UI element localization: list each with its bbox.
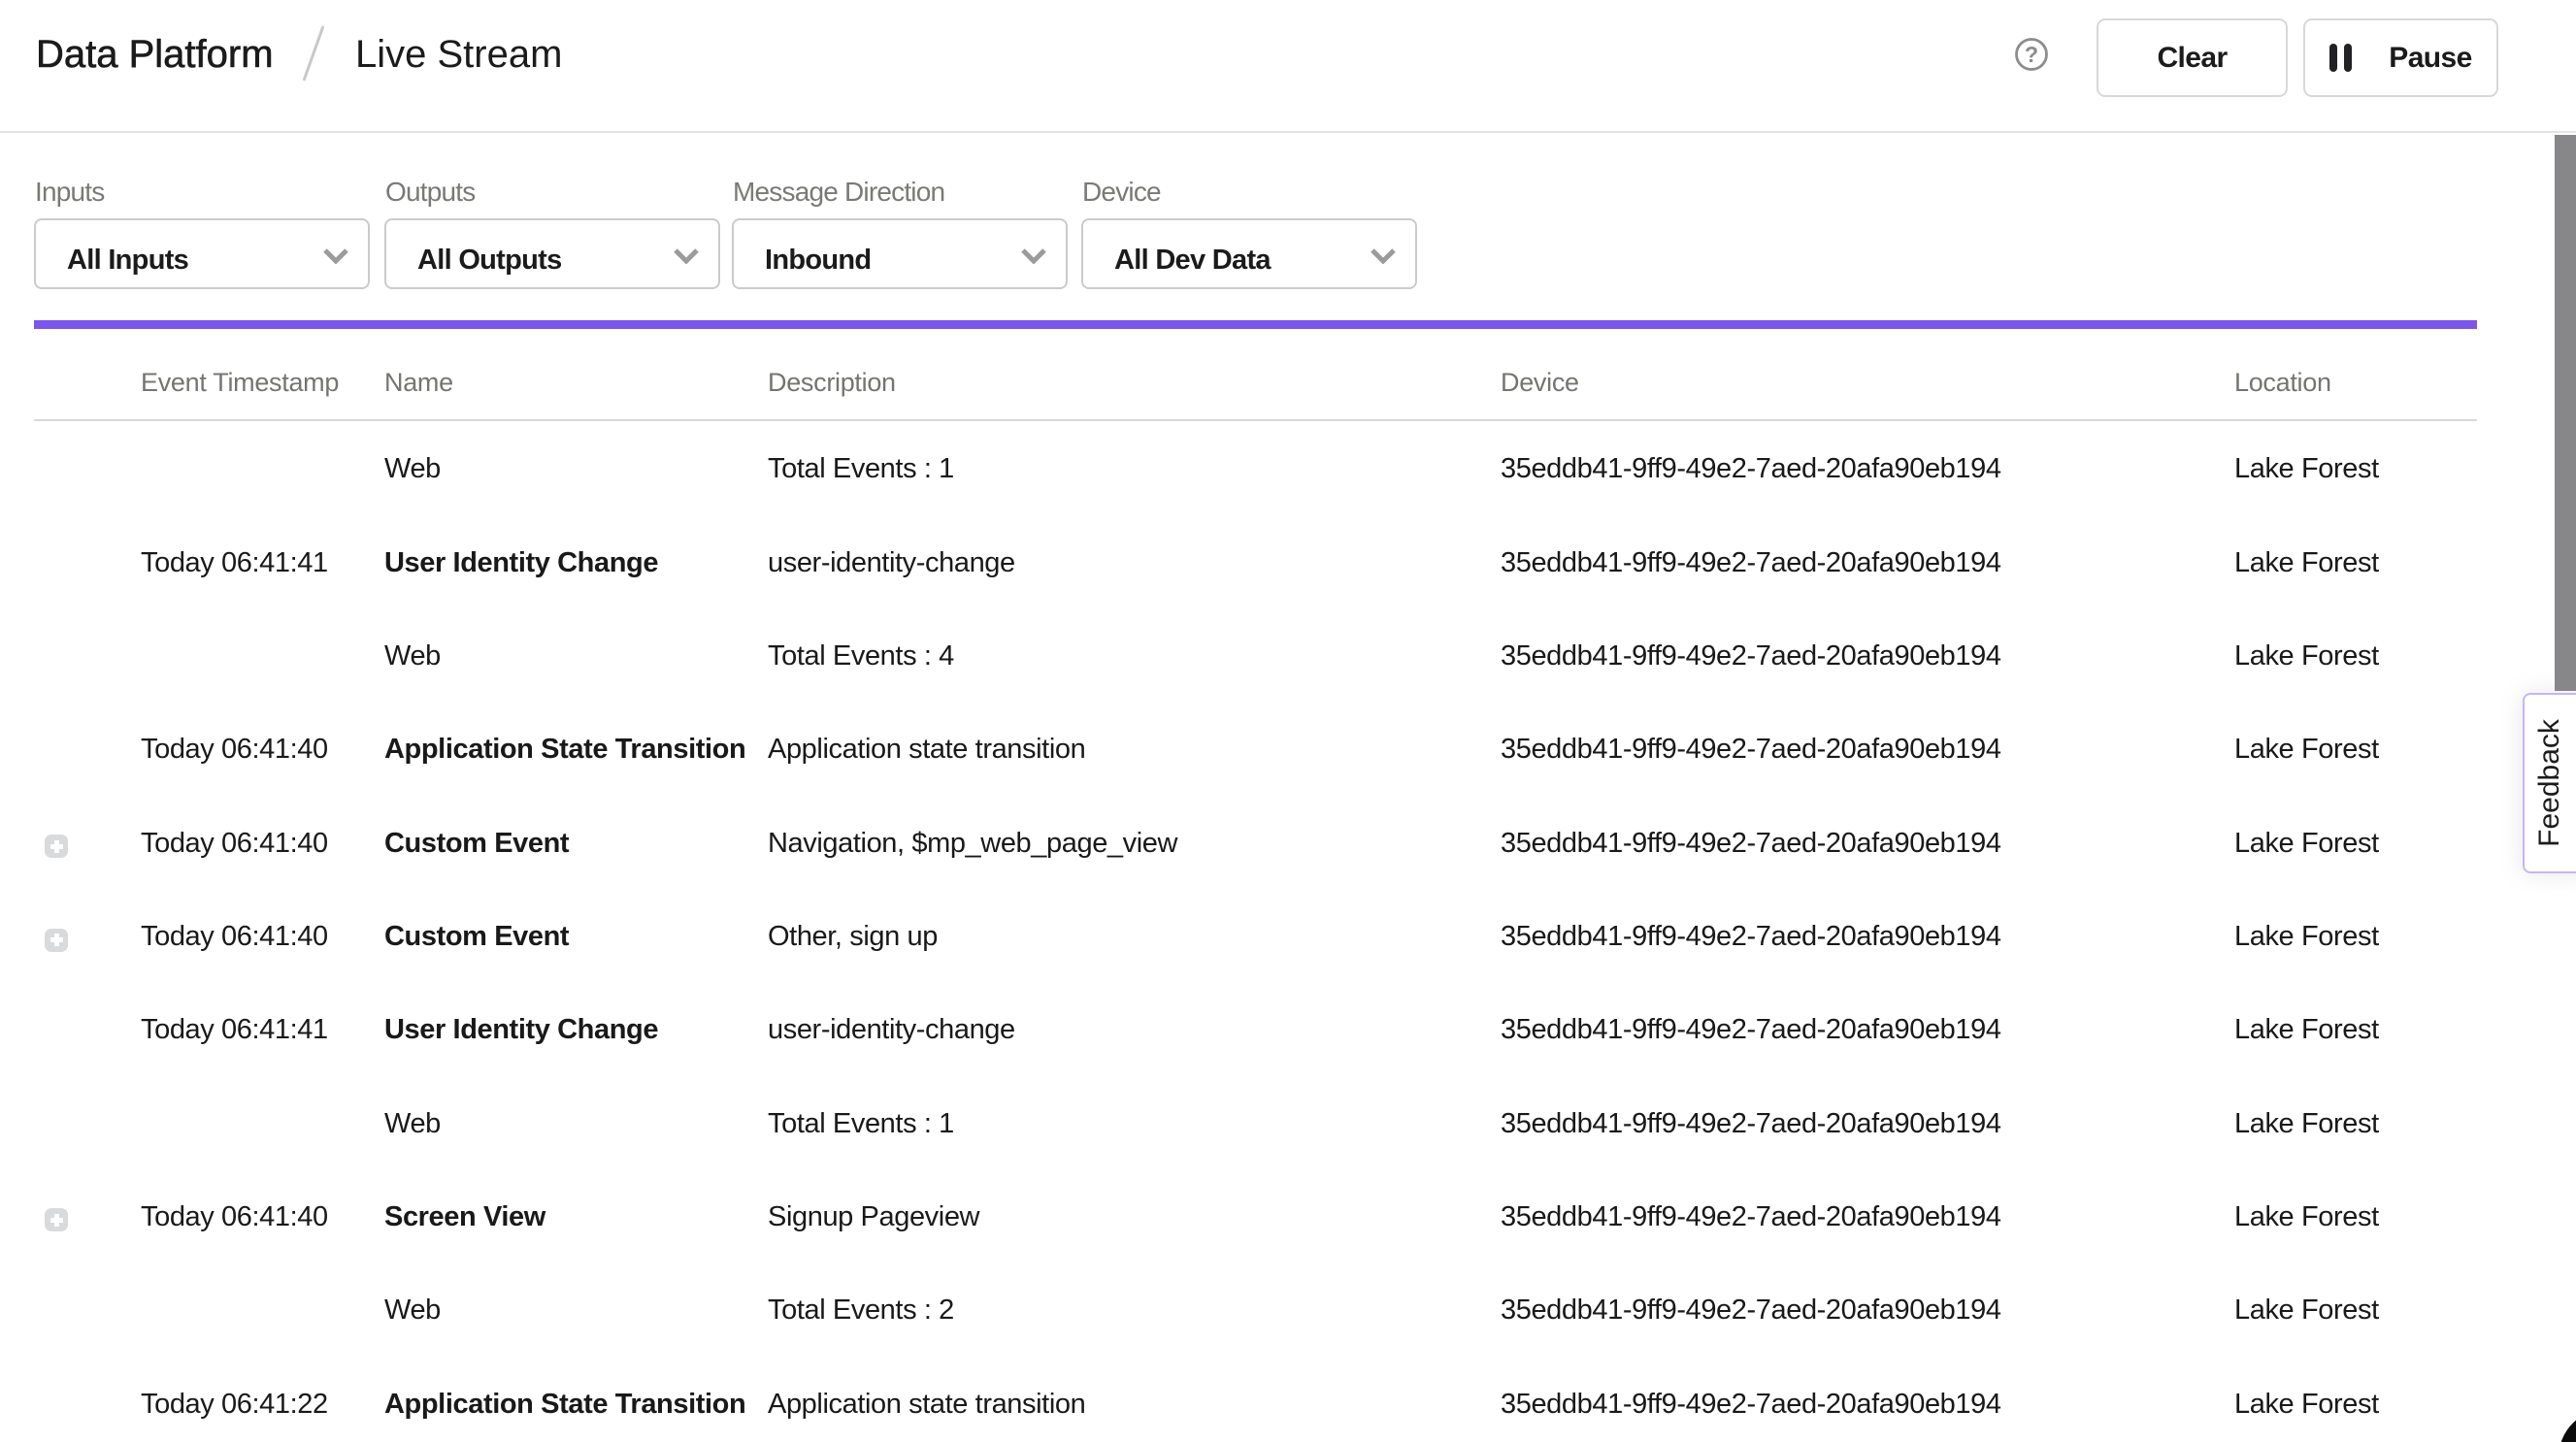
svg-text:?: ?	[2025, 42, 2038, 67]
